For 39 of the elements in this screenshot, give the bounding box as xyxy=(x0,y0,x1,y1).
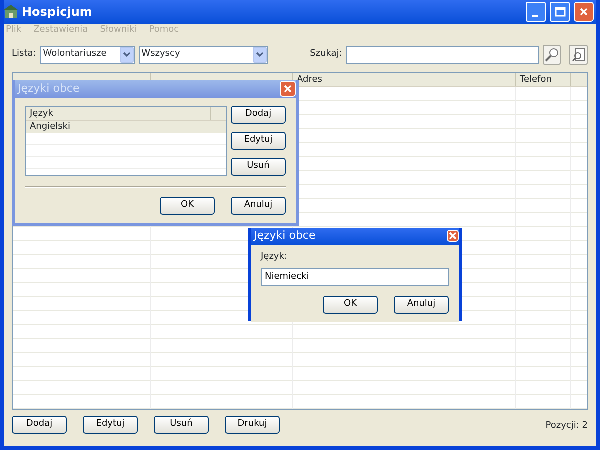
dialog-button[interactable]: Dodaj xyxy=(231,106,286,124)
dialog-button[interactable]: OK xyxy=(160,197,215,215)
dialog-title: Języki obce xyxy=(18,80,80,97)
column-header[interactable]: Telefon xyxy=(516,73,571,86)
dropdown-value: Wszyscy xyxy=(142,48,180,62)
clear-search-button[interactable] xyxy=(569,45,588,65)
dialog-button[interactable]: OK xyxy=(323,296,378,314)
close-button[interactable] xyxy=(447,230,459,242)
dialog-title: Języki obce xyxy=(254,228,316,244)
close-icon xyxy=(449,232,457,240)
search-button[interactable] xyxy=(542,45,562,65)
text-field[interactable]: Niemiecki xyxy=(261,268,449,286)
minimize-button[interactable] xyxy=(526,2,546,22)
list-label: Lista: xyxy=(12,48,36,62)
close-icon xyxy=(580,8,588,16)
window-title: Hospicjum xyxy=(22,4,94,21)
close-button[interactable] xyxy=(280,81,296,97)
app-icon xyxy=(4,5,18,19)
close-icon xyxy=(284,85,292,93)
action-button[interactable]: Dodaj xyxy=(12,416,67,434)
minimize-icon xyxy=(532,15,538,17)
item-count: Pozycji: 2 xyxy=(546,420,588,433)
dialog-button[interactable]: Usuń xyxy=(231,158,286,176)
close-button[interactable] xyxy=(574,2,594,22)
field-label: Język: xyxy=(261,250,288,264)
action-button[interactable]: Drukuj xyxy=(225,416,280,434)
dialog-button[interactable]: Edytuj xyxy=(231,132,286,150)
search-field[interactable] xyxy=(346,46,539,64)
action-button[interactable]: Edytuj xyxy=(83,416,138,434)
action-button[interactable]: Usuń xyxy=(154,416,209,434)
search-label: Szukaj: xyxy=(310,48,342,62)
maximize-button[interactable] xyxy=(550,2,570,22)
dropdown[interactable]: Wszyscy xyxy=(138,46,268,64)
dropdown-value: Wolontariusze xyxy=(43,48,107,62)
dropdown[interactable]: Wolontariusze xyxy=(40,46,135,64)
list-row[interactable]: Angielski xyxy=(26,121,226,133)
maximize-icon xyxy=(554,7,566,17)
dialog-button[interactable]: Anuluj xyxy=(231,197,286,215)
dialog-button[interactable]: Anuluj xyxy=(394,296,449,314)
